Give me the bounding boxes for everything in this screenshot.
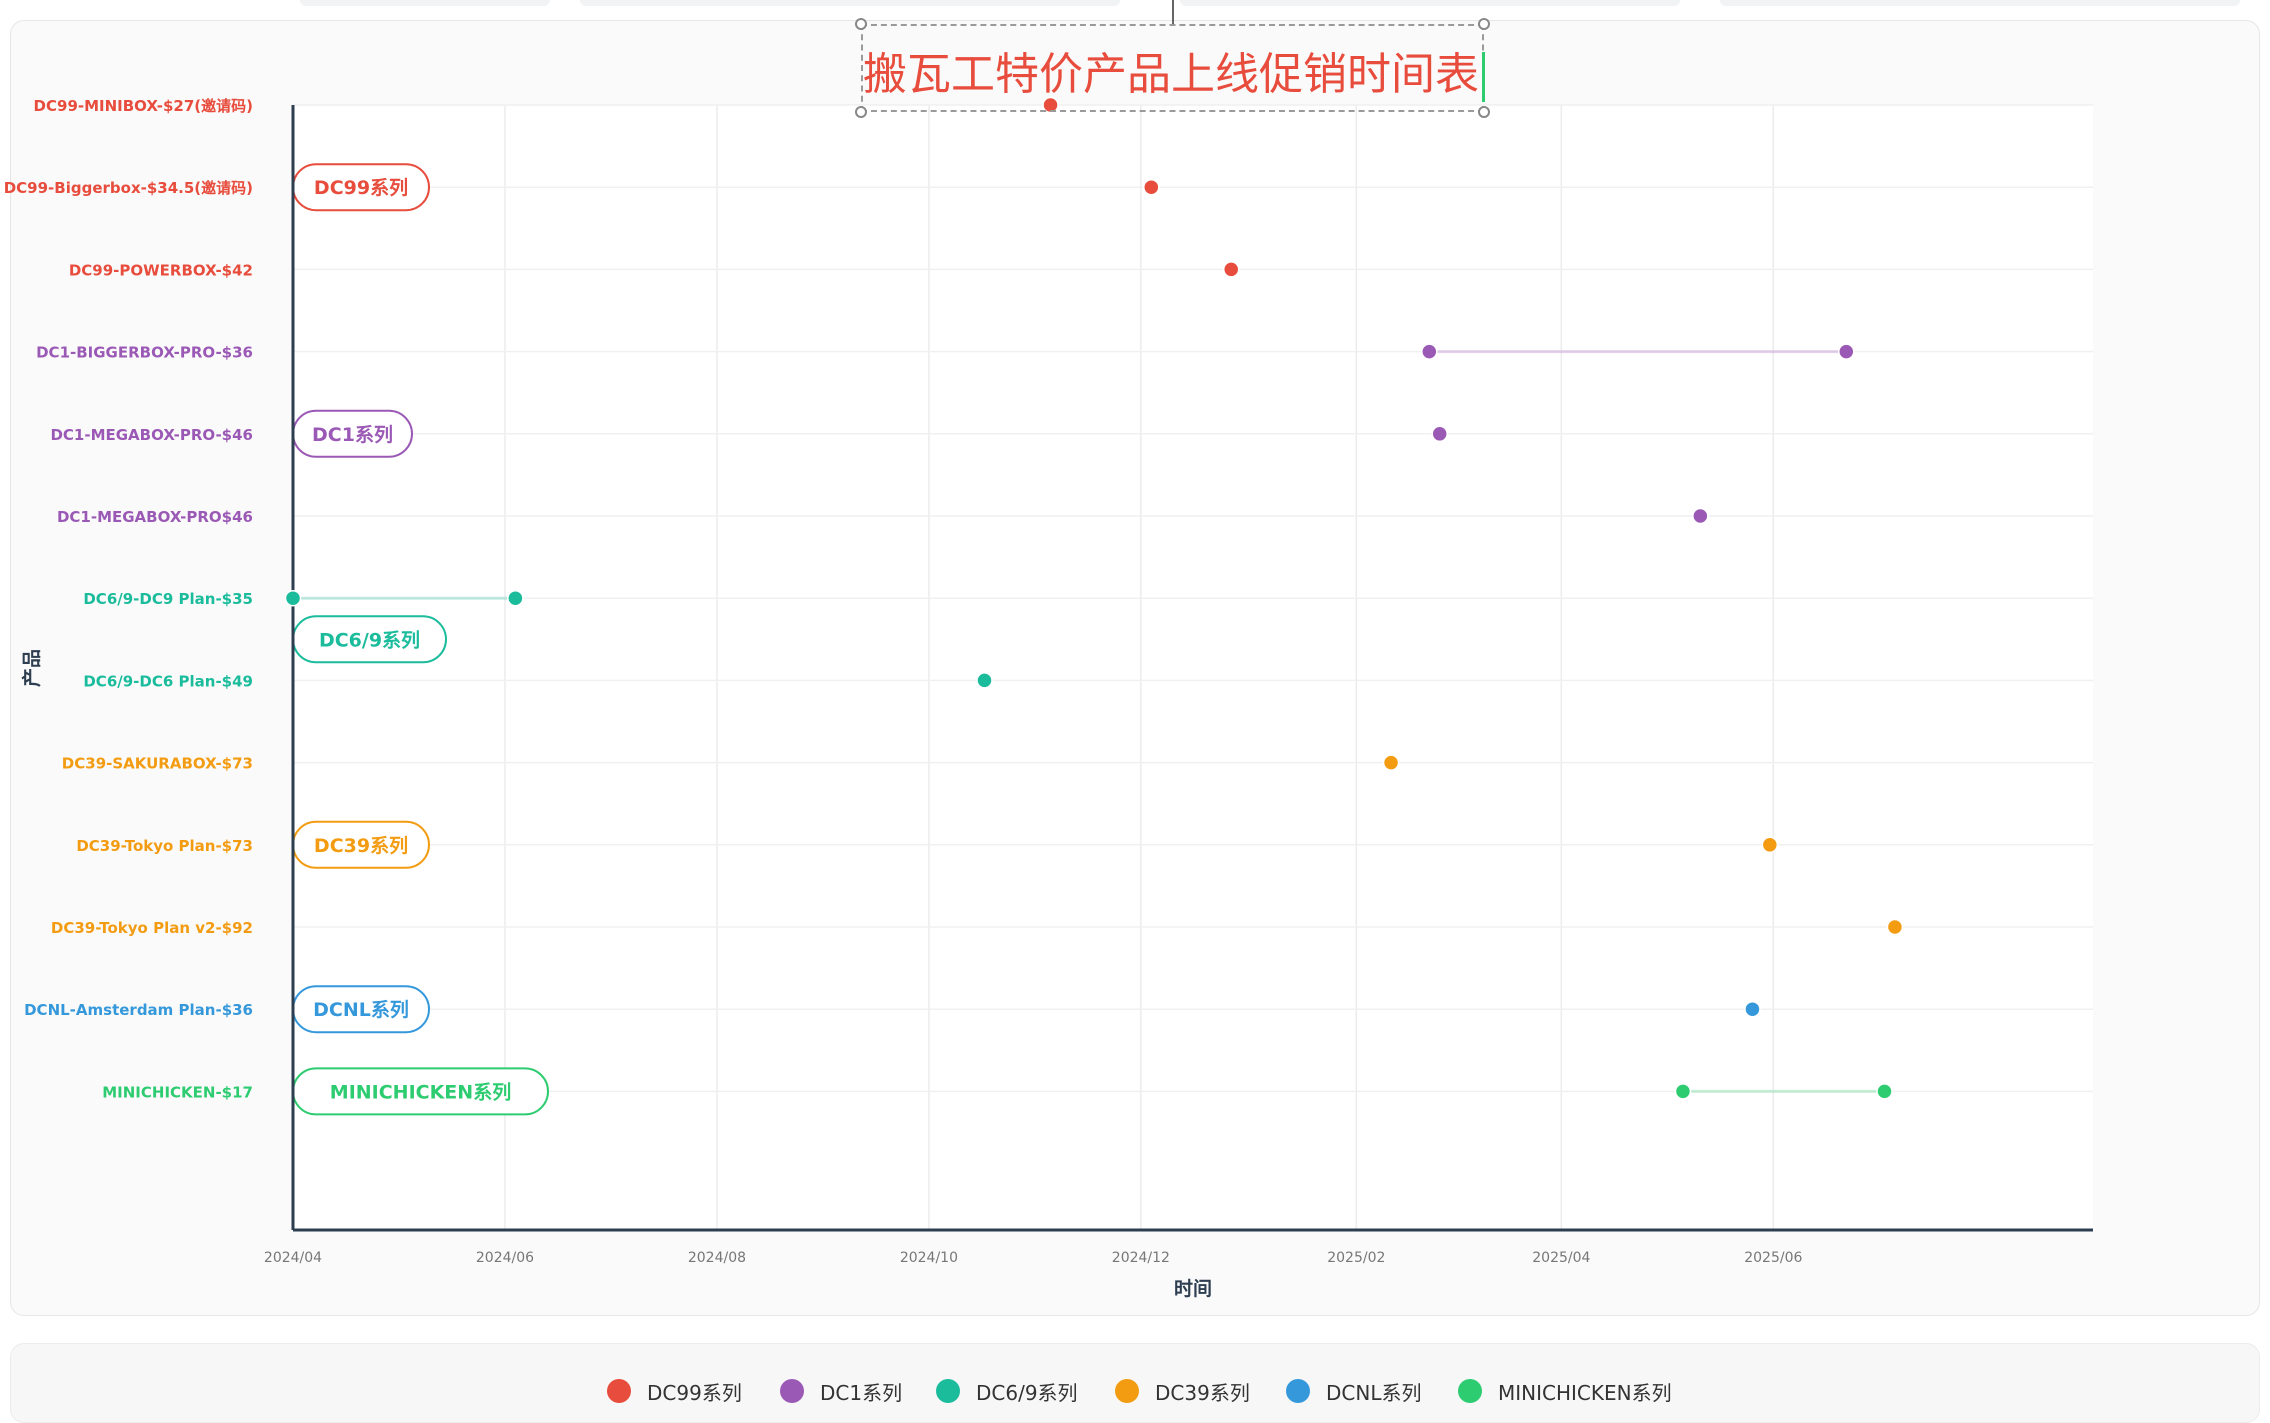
data-point — [1744, 1000, 1761, 1018]
legend-swatch — [936, 1379, 960, 1403]
legend-swatch — [1115, 1379, 1139, 1403]
legend-label: MINICHICKEN系列 — [1498, 1380, 1672, 1405]
y-axis-title: 产品 — [20, 649, 43, 687]
x-tick-label: 2024/10 — [900, 1250, 958, 1266]
x-tick-label: 2024/06 — [476, 1250, 534, 1266]
legend-swatch — [1286, 1379, 1310, 1403]
y-tick-label: DC99-Biggerbox-$34.5(邀请码) — [4, 179, 253, 197]
group-badge-label: DC99系列 — [314, 177, 408, 199]
legend-label: DCNL系列 — [1326, 1380, 1422, 1405]
data-point — [1143, 178, 1160, 196]
data-point — [1876, 1083, 1893, 1100]
y-tick-label: DCNL-Amsterdam Plan-$36 — [24, 1001, 253, 1019]
data-point — [507, 589, 524, 607]
legend-swatch — [607, 1379, 631, 1403]
y-tick-label: DC99-POWERBOX-$42 — [69, 261, 253, 279]
resize-handle-bottom-right[interactable] — [1478, 106, 1490, 118]
data-point — [1222, 261, 1240, 278]
y-tick-label: DC39-Tokyo Plan-$73 — [76, 837, 253, 855]
legend-item[interactable]: DC99系列 — [607, 1376, 742, 1406]
x-tick-label: 2024/08 — [688, 1250, 746, 1266]
x-tick-label: 2025/04 — [1532, 1250, 1590, 1266]
y-tick-label: DC39-Tokyo Plan v2-$92 — [51, 919, 253, 937]
timeline-chart: 2024/04 2024/06 2024/08 2024/10 2024/12 2025/… — [4, 96, 2093, 1300]
legend-item[interactable]: DCNL系列 — [1286, 1376, 1421, 1406]
title-box-rotate-stem — [1172, 0, 1174, 24]
text-cursor — [1482, 52, 1485, 102]
x-tick-label: 2025/06 — [1744, 1250, 1802, 1266]
resize-handle-top-left[interactable] — [855, 18, 867, 30]
data-point — [1886, 918, 1904, 936]
data-point — [1761, 836, 1779, 854]
x-axis-title: 时间 — [1174, 1278, 1212, 1300]
legend-item[interactable]: DC39系列 — [1115, 1376, 1250, 1406]
data-point — [284, 589, 302, 607]
x-tick-label: 2024/04 — [264, 1250, 322, 1266]
group-badge-label: DCNL系列 — [313, 999, 409, 1021]
chart-title-editbox[interactable]: 搬瓦工特价产品上线促销时间表 — [861, 24, 1485, 112]
legend-item[interactable]: DC6/9系列 — [936, 1376, 1078, 1406]
data-point — [1692, 507, 1709, 525]
y-tick-label: DC39-SAKURABOX-$73 — [62, 755, 253, 773]
legend-item[interactable]: DC1系列 — [780, 1376, 902, 1406]
y-tick-label: MINICHICKEN-$17 — [102, 1083, 253, 1101]
legend-swatch — [780, 1379, 804, 1403]
y-tick-label: DC99-MINIBOX-$27(邀请码) — [34, 97, 253, 115]
legend-swatch — [1458, 1379, 1482, 1403]
y-tick-label: DC6/9-DC9 Plan-$35 — [83, 590, 253, 608]
resize-handle-top-right[interactable] — [1478, 18, 1490, 30]
y-tick-label: DC1-MEGABOX-PRO-$46 — [50, 426, 253, 444]
data-point — [1382, 754, 1400, 771]
group-badge-label: DC6/9系列 — [319, 629, 420, 651]
plot-area — [293, 105, 2093, 1230]
group-badge-label: MINICHICKEN系列 — [330, 1081, 511, 1103]
x-tick-label: 2025/02 — [1327, 1250, 1385, 1266]
legend-label: DC99系列 — [647, 1380, 742, 1405]
legend-label: DC1系列 — [820, 1380, 903, 1405]
y-tick-label: DC1-BIGGERBOX-PRO-$36 — [36, 344, 253, 362]
legend-label: DC39系列 — [1155, 1380, 1250, 1405]
data-point — [1838, 343, 1855, 360]
group-badge-label: DC39系列 — [314, 835, 408, 857]
legend-item[interactable]: MINICHICKEN系列 — [1458, 1376, 1672, 1406]
group-badge-label: DC1系列 — [312, 424, 393, 446]
x-tick-label: 2024/12 — [1112, 1250, 1170, 1266]
data-point — [1431, 425, 1448, 443]
y-tick-label: DC6/9-DC6 Plan-$49 — [83, 672, 253, 690]
data-point — [976, 672, 993, 689]
resize-handle-bottom-left[interactable] — [855, 106, 867, 118]
legend-label: DC6/9系列 — [976, 1380, 1078, 1405]
data-point — [1421, 343, 1438, 360]
chart-title-wrap[interactable]: 搬瓦工特价产品上线促销时间表 — [863, 38, 1485, 102]
y-tick-label: DC1-MEGABOX-PRO$46 — [57, 508, 253, 526]
data-point — [1674, 1083, 1692, 1100]
chart-title[interactable]: 搬瓦工特价产品上线促销时间表 — [863, 49, 1479, 100]
